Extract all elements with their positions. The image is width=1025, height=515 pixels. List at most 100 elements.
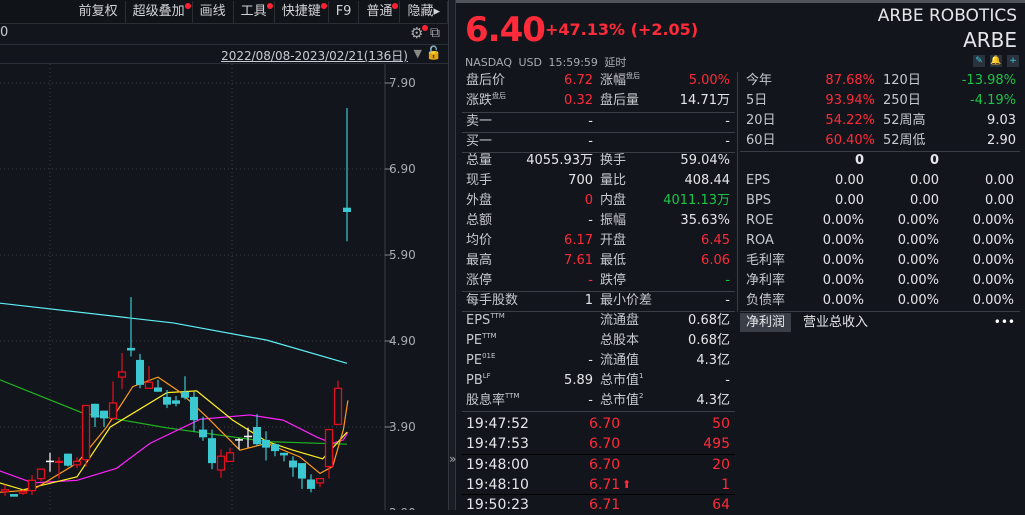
toolbar-button-5[interactable]: F9	[329, 0, 360, 23]
quote-label-text: 振幅	[600, 213, 627, 228]
y-tick-label: 2.90	[389, 506, 416, 510]
quote-value: -	[588, 114, 593, 129]
toolbar-button-6[interactable]: 普通	[359, 0, 401, 23]
tick-row: 19:48:00 6.70 20	[462, 455, 735, 475]
quote-label-text: 最低	[600, 253, 627, 268]
financial-row: 负债率 0.00% 0.00% 0.00%	[740, 291, 1020, 311]
tick-time: 19:48:10	[466, 477, 529, 493]
financial-value: 0.00%	[822, 253, 864, 268]
quote-value: -	[725, 373, 730, 388]
toolbar-button-2[interactable]: 画线	[193, 0, 234, 23]
superscript: 盘后	[626, 72, 641, 80]
price-change: +47.13% (+2.05)	[545, 20, 699, 39]
perf-label: 52周低	[883, 133, 926, 148]
edit-pencil-icon[interactable]: ✎	[973, 55, 985, 67]
quote-value: 4.3亿	[696, 393, 730, 408]
toolbar-button-4[interactable]: 快捷键	[275, 0, 329, 23]
candle-body-up	[216, 455, 226, 471]
quote-value: -	[588, 353, 593, 368]
quote-row: 总额 - 振幅 35.63%	[462, 211, 735, 231]
add-plus-icon[interactable]: +	[1007, 55, 1019, 67]
quote-label: 涨停	[466, 271, 492, 291]
quote-label: PE01E	[466, 351, 495, 371]
perf-value: -4.19%	[970, 93, 1016, 108]
quote-label: 总市值1	[600, 371, 643, 391]
quote-label-text: 均价	[466, 233, 493, 248]
perf-value: 87.68%	[825, 73, 875, 88]
quote-label: 振幅	[600, 211, 626, 231]
tab-net-profit[interactable]: 净利润	[740, 313, 792, 332]
tab-total-revenue[interactable]: 营业总收入	[797, 313, 874, 332]
tick-price: 6.70	[589, 436, 621, 452]
quote-row: PETTM 总股本 0.68亿	[462, 331, 735, 351]
toolbar-button-label: 工具	[240, 3, 267, 19]
toolbar-button-1[interactable]: 超级叠加	[126, 0, 193, 23]
perf-value: 93.94%	[825, 93, 875, 108]
quote-label: 买一	[466, 132, 492, 152]
financial-label: 毛利率	[746, 253, 786, 268]
financial-value: 0.00%	[972, 233, 1014, 248]
toolbar-button-7[interactable]: 隐藏▸	[400, 0, 448, 23]
collapse-chevron-icon[interactable]: »	[449, 452, 456, 466]
range-dropdown-icon[interactable]: ▼	[414, 47, 422, 60]
unlock-icon[interactable]: 🔓	[426, 46, 442, 61]
tick-price: 6.71	[589, 497, 621, 513]
candle-body-down	[10, 494, 18, 497]
performance-row: 20日 54.22% 52周高 9.03	[740, 111, 1020, 131]
candle-body-down	[100, 410, 108, 419]
financial-value: 0.00%	[897, 293, 939, 308]
company-name: ARBE ROBOTICS	[877, 6, 1017, 26]
quote-label: 换手	[600, 151, 626, 171]
quote-value: -	[725, 134, 730, 149]
quote-label-text: 换手	[600, 153, 627, 168]
quote-label: EPSTTM	[466, 311, 505, 331]
tick-volume: 20	[712, 457, 730, 473]
quote-label-text: EPS	[466, 313, 491, 328]
financial-header-row: 00	[740, 151, 1020, 171]
ticker-code: ARBE	[963, 28, 1017, 52]
tick-volume: 495	[703, 436, 730, 452]
quote-row: PBLF 5.89 总市值1 -	[462, 371, 735, 391]
moving-average-line-0	[0, 302, 348, 364]
date-range-link[interactable]: 2022/08/08-2023/02/21(136日)	[221, 47, 408, 64]
financial-value: 0.00%	[822, 293, 864, 308]
financial-value: 0.00%	[972, 293, 1014, 308]
financial-period: 0	[854, 153, 864, 168]
moving-average-line-4	[0, 376, 349, 493]
financial-label: BPS	[746, 193, 772, 208]
toolbar-button-3[interactable]: 工具	[234, 0, 275, 23]
financial-label: ROE	[746, 213, 774, 228]
y-tick-label: 5.90	[389, 248, 416, 262]
tick-price: 6.70	[589, 416, 621, 432]
financial-value: 0.00	[835, 193, 864, 208]
candle-body-up	[54, 460, 64, 464]
alert-bell-icon[interactable]: 🔔	[990, 55, 1002, 67]
candle-body-up	[324, 428, 334, 468]
tick-row: 19:47:52 6.70 50	[462, 414, 735, 434]
quote-label: 现手	[466, 171, 492, 191]
superscript: 2	[639, 392, 644, 400]
y-tick-label: 3.90	[389, 420, 416, 434]
panel-splitter[interactable]	[448, 0, 456, 510]
candle-body-up	[72, 460, 82, 466]
quote-row: PE01E - 流通值 4.3亿	[462, 351, 735, 371]
more-options-icon[interactable]: •••	[988, 313, 1021, 332]
quote-label: PBLF	[466, 371, 491, 391]
candlestick-plot[interactable]: 7.90 6.90 5.90 4.90 3.90 2.90	[0, 64, 448, 510]
screen-cast-icon[interactable]: ⧉	[430, 25, 440, 41]
quote-label-text: 涨停	[466, 273, 493, 288]
candle-body-down	[190, 396, 198, 421]
candle-body-up	[27, 479, 37, 492]
row-divider	[462, 311, 735, 312]
panel-vdivider	[737, 72, 738, 312]
quote-label: 开盘	[600, 231, 626, 251]
quote-label-text: 涨跌	[466, 93, 493, 108]
quote-label: 股息率TTM	[466, 391, 519, 411]
settings-gear-icon[interactable]: ⚙	[410, 25, 428, 41]
candle-body-up	[18, 490, 28, 494]
quote-value: -	[725, 273, 730, 288]
toolbar-button-label: 快捷键	[281, 3, 321, 19]
financial-value: 0.00%	[897, 253, 939, 268]
toolbar-button-0[interactable]: 前复权	[72, 0, 126, 23]
quote-value: 0.68亿	[688, 313, 730, 328]
